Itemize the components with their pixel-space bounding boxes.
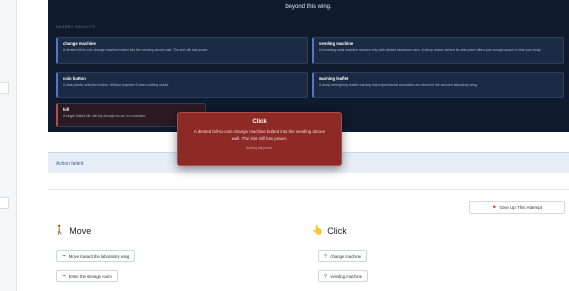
- search-icon: ⚲: [324, 273, 328, 278]
- arrow-right-icon: ➞: [62, 253, 66, 258]
- object-name: vending machine: [319, 41, 354, 46]
- scene-description: beyond this wing.: [285, 4, 332, 10]
- flag-icon: ⚑: [492, 204, 497, 211]
- click-change-machine-button[interactable]: ⚲ change machine: [318, 250, 368, 262]
- object-card-change-machine[interactable]: change machine A dented bill-to-coin cha…: [56, 37, 308, 64]
- modal-footer: Nothing happened.: [246, 145, 273, 150]
- move-toward-laboratory-button[interactable]: ➞ Move toward the laboratory wing: [56, 250, 136, 262]
- object-card-warning-leaflet[interactable]: warning leaflet A damp emergency leaflet…: [312, 72, 564, 98]
- sidebar-handle[interactable]: [0, 82, 9, 94]
- enter-storage-room-button[interactable]: ➞ Enter the storage room: [56, 270, 118, 282]
- object-name: coin button: [63, 76, 86, 81]
- click-action-label: vending machine: [330, 273, 363, 279]
- object-description: A humming soda machine stocked only with…: [319, 48, 542, 52]
- click-title-text: Click: [327, 225, 347, 236]
- give-up-button[interactable]: ⚑ Give Up This Attempt: [469, 201, 565, 214]
- object-card-coin-button[interactable]: coin button A dark plastic selection but…: [56, 72, 308, 98]
- search-icon: ⚲: [324, 253, 328, 258]
- move-title-text: Move: [69, 225, 92, 236]
- objects-heading: NEARBY OBJECTS: [56, 25, 96, 29]
- move-action-label: Move toward the laboratory wing: [68, 253, 130, 259]
- divider: [48, 189, 569, 190]
- modal-title: Click: [252, 119, 267, 125]
- object-name: warning leaflet: [319, 76, 349, 81]
- click-section-title: 👆 Click: [312, 225, 347, 236]
- object-description: A dark plastic selection button. Without…: [63, 83, 170, 87]
- left-sidebar: [0, 0, 17, 291]
- move-action-label: Enter the storage room: [68, 273, 112, 279]
- sidebar-handle[interactable]: [0, 197, 9, 209]
- object-name: change machine: [63, 41, 96, 46]
- arrow-right-icon: ➞: [62, 273, 66, 278]
- click-vending-machine-button[interactable]: ⚲ vending machine: [318, 270, 369, 282]
- status-message: Action failed.: [56, 161, 85, 167]
- pointing-hand-icon: 👆: [312, 225, 324, 235]
- object-description: A damp emergency leaflet warning that ex…: [319, 83, 478, 87]
- result-modal: Click A dented bill-to-coin change machi…: [177, 112, 342, 166]
- move-section-title: 🚶 Move: [54, 225, 91, 236]
- modal-body: A dented bill-to-coin change machine bol…: [193, 129, 326, 141]
- object-card-vending-machine[interactable]: vending machine A humming soda machine s…: [312, 37, 564, 64]
- object-description: A dented bill-to-coin change machine bol…: [63, 48, 209, 52]
- give-up-label: Give Up This Attempt: [499, 205, 542, 210]
- click-action-label: change machine: [330, 253, 362, 259]
- walking-person-icon: 🚶: [54, 225, 66, 235]
